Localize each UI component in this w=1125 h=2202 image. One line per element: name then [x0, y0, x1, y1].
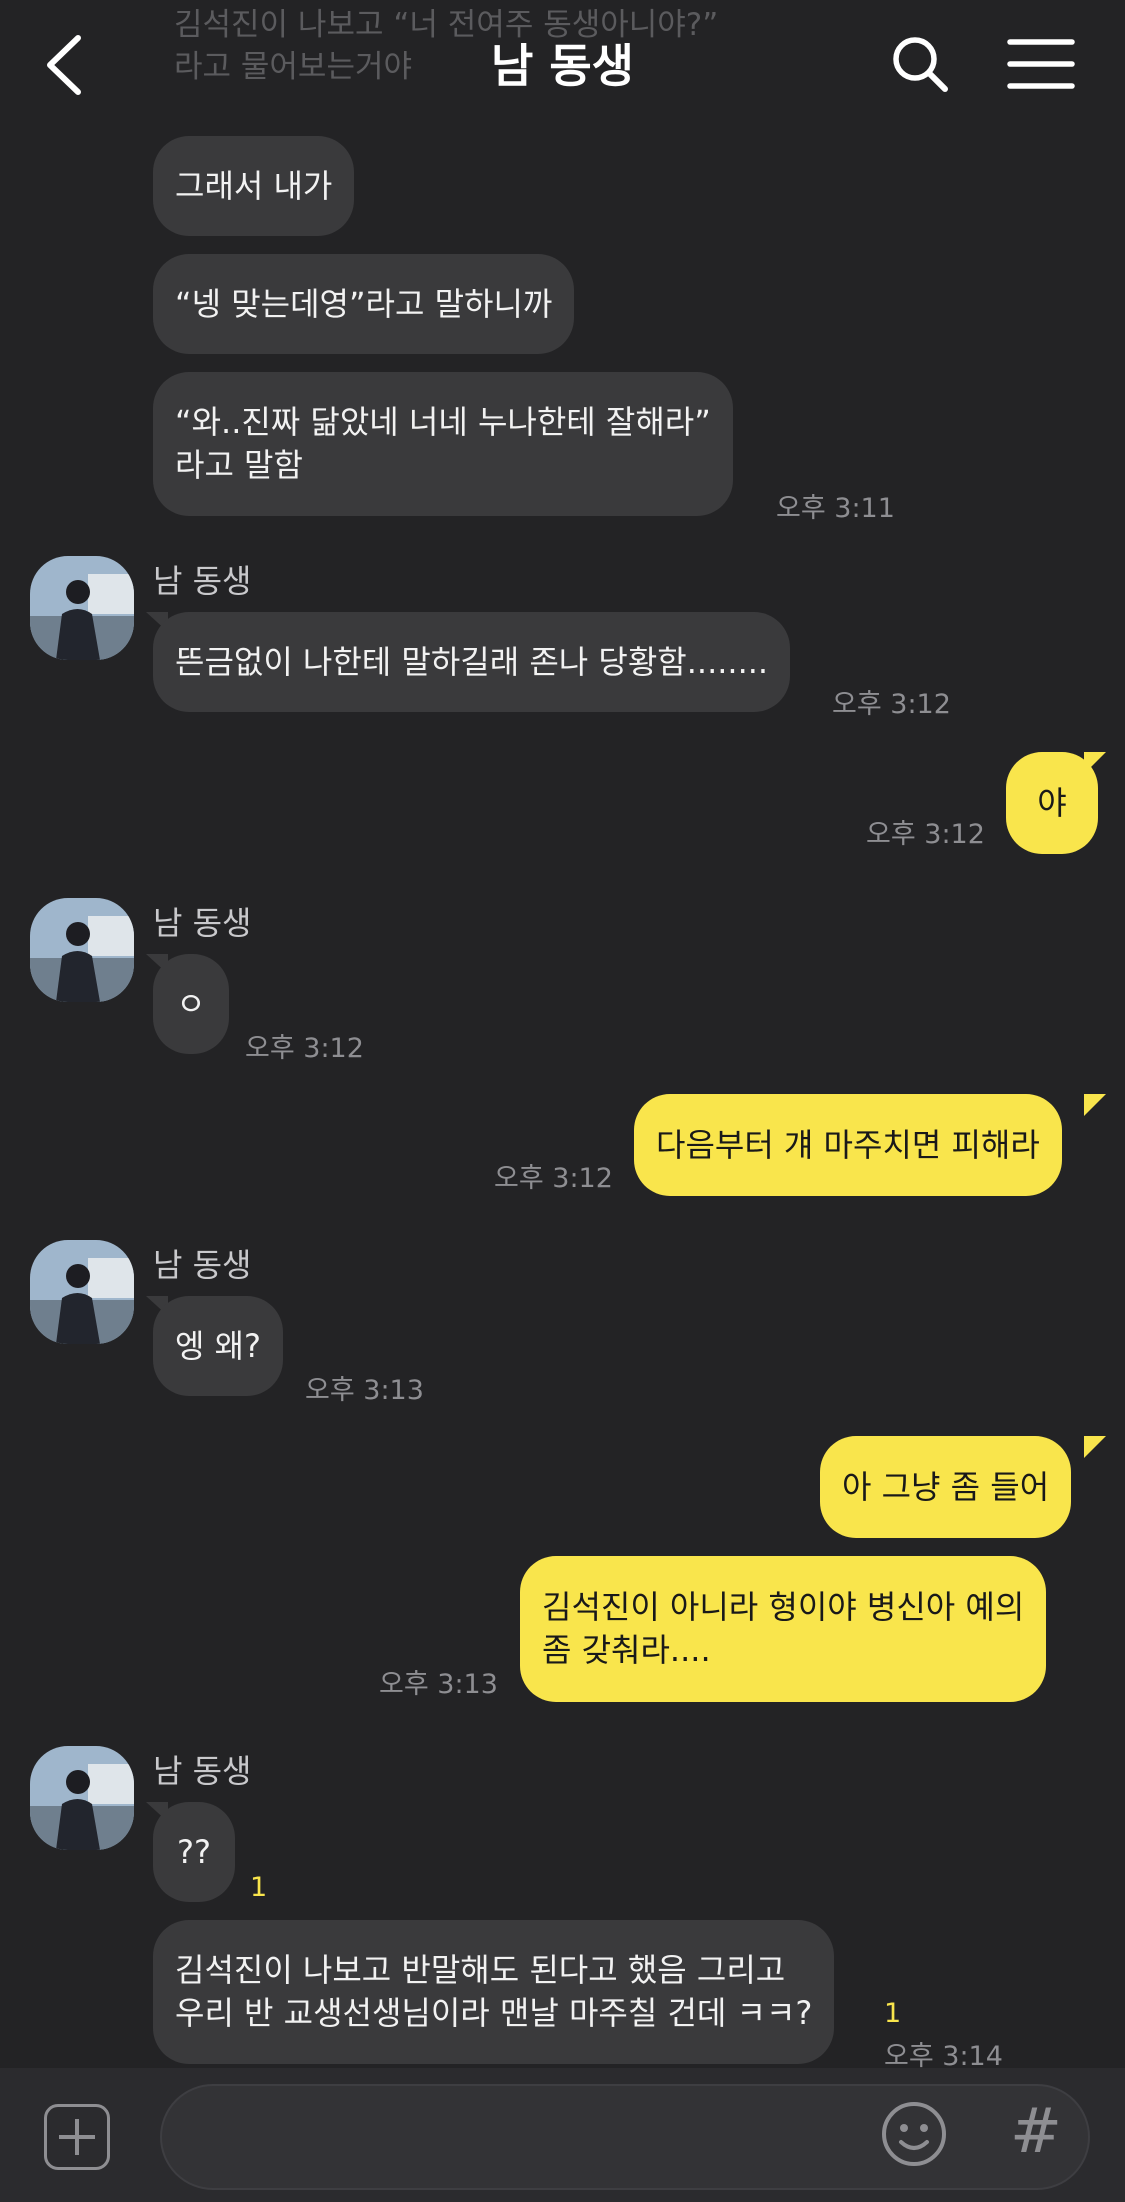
- message-timestamp: 오후 3:12: [245, 1033, 364, 1064]
- hamburger-menu-icon[interactable]: [1006, 36, 1076, 92]
- message-timestamp: 오후 3:12: [832, 689, 951, 720]
- unread-count: 1: [250, 1872, 268, 1903]
- unread-count: 1: [884, 1998, 902, 2029]
- profile-photo: [30, 1240, 134, 1344]
- sender-avatar[interactable]: [30, 898, 134, 1002]
- incoming-message[interactable]: 엥 왜?: [153, 1296, 284, 1396]
- sender-avatar[interactable]: [30, 1746, 134, 1850]
- sender-name: 남 동생: [153, 1246, 252, 1284]
- sender-name: 남 동생: [153, 562, 252, 600]
- chat-screen: 김석진이 나보고 “너 전여주 동생아니야?” 라고 물어보는거야 남 동생 그…: [0, 0, 1125, 2202]
- incoming-message[interactable]: “와..진짜 닮았네 너네 누나한테 잘해라” 라고 말함: [153, 372, 733, 516]
- message-timestamp: 오후 3:13: [305, 1375, 424, 1406]
- outgoing-message[interactable]: 야: [1006, 752, 1098, 854]
- incoming-message[interactable]: 뜬금없이 나한테 말하길래 존나 당황함........: [153, 612, 791, 712]
- profile-photo: [30, 898, 134, 1002]
- message-input[interactable]: [192, 2106, 896, 2174]
- outgoing-message[interactable]: 아 그냥 좀 들어: [820, 1436, 1072, 1538]
- outgoing-message[interactable]: 다음부터 걔 마주치면 피해라: [634, 1094, 1062, 1196]
- incoming-message[interactable]: ??: [153, 1802, 235, 1902]
- sender-avatar[interactable]: [30, 1240, 134, 1344]
- bubble-tail: [1084, 1436, 1106, 1458]
- outgoing-message[interactable]: 김석진이 아니라 형이야 병신아 예의 좀 갖춰라....: [520, 1556, 1047, 1702]
- plus-icon[interactable]: [44, 2104, 110, 2170]
- sender-name: 남 동생: [153, 904, 252, 942]
- message-composer: [0, 2068, 1125, 2202]
- search-icon[interactable]: [890, 34, 950, 94]
- message-timestamp: 오후 3:13: [379, 1669, 498, 1700]
- back-arrow-icon[interactable]: [40, 30, 90, 100]
- chat-title: 남 동생: [491, 39, 634, 93]
- message-timestamp: 오후 3:12: [866, 819, 985, 850]
- incoming-message[interactable]: 그래서 내가: [153, 136, 355, 236]
- sender-avatar[interactable]: [30, 556, 134, 660]
- message-timestamp: 오후 3:11: [776, 493, 895, 524]
- chat-header: 김석진이 나보고 “너 전여주 동생아니야?” 라고 물어보는거야 남 동생: [0, 0, 1125, 130]
- incoming-message[interactable]: ㅇ: [153, 954, 229, 1054]
- profile-photo: [30, 556, 134, 660]
- message-timestamp: 오후 3:12: [494, 1163, 613, 1194]
- message-input-container[interactable]: [160, 2084, 1090, 2190]
- hashtag-icon[interactable]: #: [1004, 2086, 1068, 2176]
- bubble-tail: [1084, 1094, 1106, 1116]
- sender-name: 남 동생: [153, 1752, 252, 1790]
- incoming-message[interactable]: “넹 맞는데영”라고 말하니까: [153, 254, 575, 354]
- emoji-icon[interactable]: [880, 2100, 948, 2168]
- incoming-message[interactable]: 김석진이 나보고 반말해도 된다고 했음 그리고 우리 반 교생선생님이라 맨날…: [153, 1920, 835, 2064]
- profile-photo: [30, 1746, 134, 1850]
